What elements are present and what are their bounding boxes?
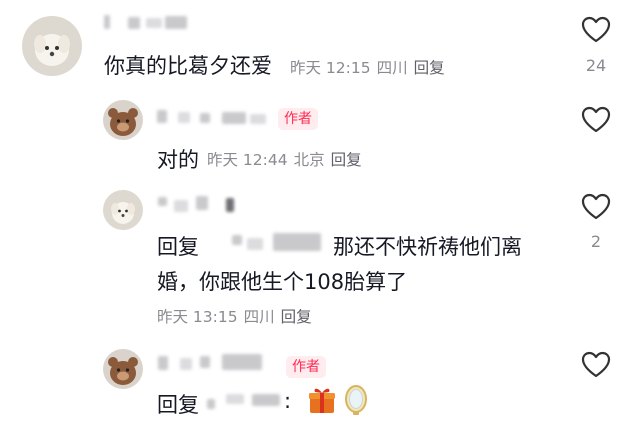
like-heart-icon[interactable] — [581, 351, 611, 379]
comment-text-line2: 婚，你跟他生个108胎算了 — [157, 270, 408, 294]
comment-text: 你真的比葛夕还爱 — [104, 54, 272, 78]
gift-emoji — [306, 384, 338, 416]
reply-prefix: 回复 — [157, 393, 199, 417]
comment-meta: 昨天 12:44 北京 回复 — [207, 148, 368, 170]
dog-avatar-image — [22, 16, 82, 76]
avatar[interactable] — [103, 190, 143, 230]
dog-avatar-image — [103, 190, 143, 230]
comment-location: 四川 — [243, 308, 275, 326]
bear-avatar-image — [103, 100, 143, 140]
like-heart-icon[interactable] — [581, 193, 611, 221]
comment-text: 回复 — [157, 389, 199, 419]
comment-meta: 昨天 13:15 四川 回复 — [157, 305, 318, 327]
like-heart-icon[interactable] — [581, 16, 611, 44]
reply-button[interactable]: 回复 — [281, 308, 312, 326]
mirror-emoji — [342, 384, 370, 416]
reply-prefix: 回复 — [157, 235, 199, 259]
avatar[interactable] — [103, 100, 143, 140]
reply-button[interactable]: 回复 — [331, 151, 362, 169]
like-count: 24 — [585, 56, 607, 75]
colon: : — [284, 389, 292, 413]
comment-time: 昨天 12:15 — [290, 59, 371, 77]
bear-avatar-image — [103, 349, 143, 389]
comment-text: 对的 — [157, 148, 199, 172]
comment-time: 昨天 13:15 — [157, 308, 238, 326]
comment-time: 昨天 12:44 — [207, 151, 288, 169]
comment-location: 四川 — [376, 59, 408, 77]
like-count: 2 — [590, 232, 602, 251]
avatar[interactable] — [22, 16, 82, 76]
like-heart-icon[interactable] — [581, 106, 611, 134]
avatar[interactable] — [103, 349, 143, 389]
reply-button[interactable]: 回复 — [414, 59, 445, 77]
author-badge: 作者 — [278, 108, 318, 130]
comment-meta: 昨天 12:15 四川 回复 — [290, 56, 451, 78]
author-badge: 作者 — [286, 356, 326, 378]
comment-location: 北京 — [293, 151, 325, 169]
comment-text-line1: 那还不快祈祷他们离 — [333, 235, 522, 259]
comment-text: 回复 — [157, 231, 199, 261]
